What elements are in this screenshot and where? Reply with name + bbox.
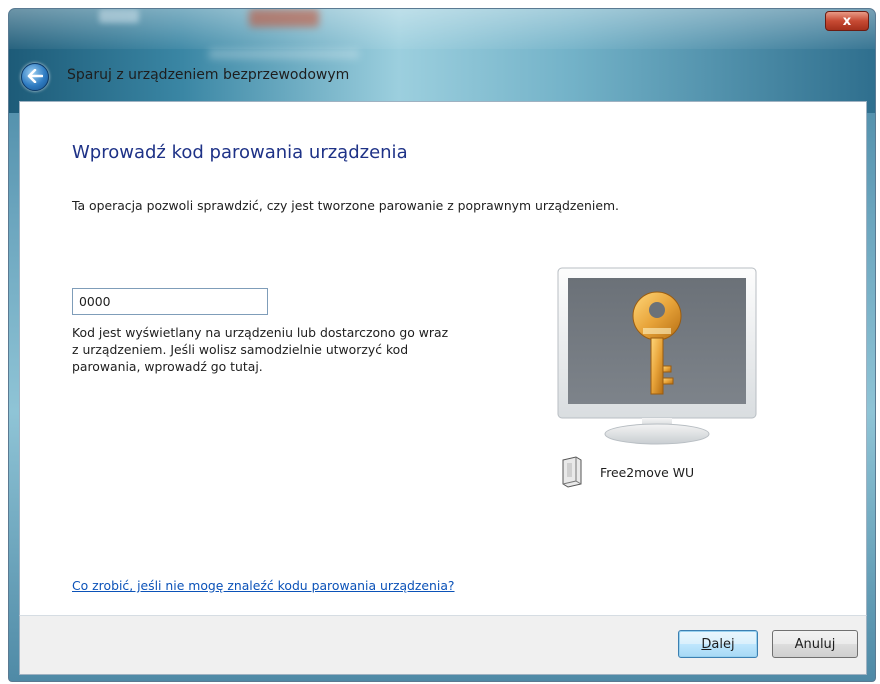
close-button[interactable]: x — [825, 11, 869, 31]
background-blur — [249, 9, 319, 27]
button-bar: Dalej Anuluj — [19, 615, 867, 675]
close-icon: x — [842, 13, 852, 29]
pairing-code-hint: Kod jest wyświetlany na urządzeniu lub d… — [72, 324, 542, 375]
next-button-label: alej — [711, 636, 735, 652]
wizard-window: x Sparuj z urządzeniem bezprzewodowym Wp… — [8, 8, 876, 682]
wireless-device-icon — [560, 456, 584, 488]
wizard-content: Wprowadź kod parowania urządzenia Ta ope… — [19, 101, 867, 617]
hint-line: parowania, wprowadź go tutaj. — [72, 359, 263, 374]
back-button[interactable] — [21, 63, 49, 91]
back-arrow-icon — [27, 68, 44, 87]
background-blur — [209, 49, 359, 59]
hint-line: Kod jest wyświetlany na urządzeniu lub d… — [72, 325, 449, 340]
page-description: Ta operacja pozwoli sprawdzić, czy jest … — [72, 198, 619, 213]
device-name: Free2move WU — [600, 465, 695, 480]
background-blur — [99, 9, 139, 23]
access-key: D — [701, 636, 712, 652]
page-heading: Wprowadź kod parowania urządzenia — [72, 142, 408, 163]
hint-line: z urządzeniem. Jeśli wolisz samodzielnie… — [72, 342, 409, 357]
next-button[interactable]: Dalej — [678, 630, 758, 658]
window-title: Sparuj z urządzeniem bezprzewodowym — [67, 67, 350, 83]
title-bar: x Sparuj z urządzeniem bezprzewodowym — [9, 9, 875, 113]
help-link[interactable]: Co zrobić, jeśli nie mogę znaleźć kodu p… — [72, 578, 455, 593]
cancel-button[interactable]: Anuluj — [772, 630, 858, 658]
monitor-key-icon — [554, 266, 760, 450]
pairing-code-input[interactable] — [72, 288, 268, 315]
